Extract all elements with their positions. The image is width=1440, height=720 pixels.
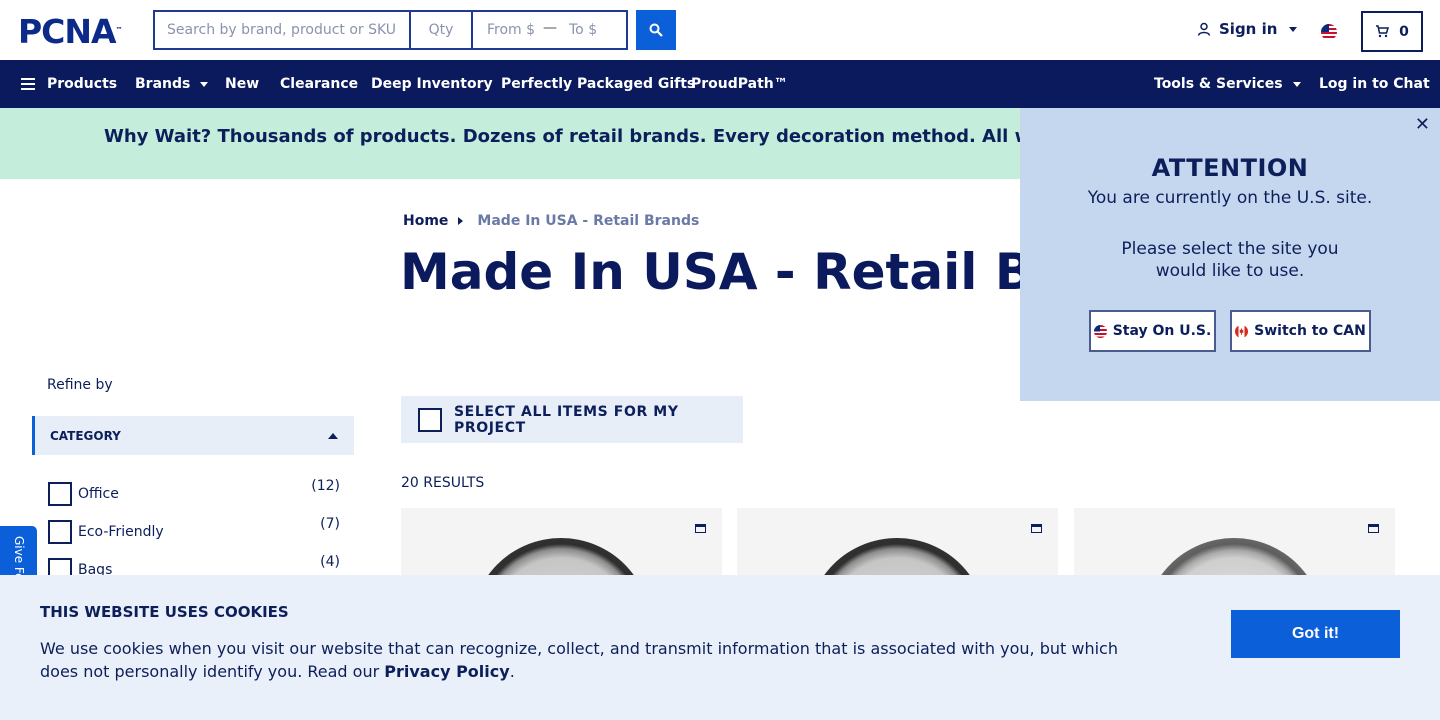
- filter-count: (7): [320, 516, 340, 532]
- nav-item-clearance[interactable]: Clearance: [280, 60, 358, 108]
- nav-item-tools-services[interactable]: Tools & Services: [1154, 60, 1301, 108]
- canada-flag-icon: [1235, 324, 1249, 338]
- stay-on-us-button[interactable]: Stay On U.S.: [1089, 310, 1216, 352]
- chevron-down-icon: [200, 81, 209, 87]
- log-in-to-chat-link[interactable]: Log in to Chat: [1319, 60, 1430, 108]
- filter-label: Eco-Friendly: [78, 524, 164, 540]
- nav-item-deep-inventory[interactable]: Deep Inventory: [371, 60, 493, 108]
- folder-icon[interactable]: [1368, 524, 1379, 533]
- nav-item-brands[interactable]: Brands: [135, 60, 209, 108]
- pcna-logo[interactable]: PCNA™: [18, 15, 123, 49]
- nav-item-products[interactable]: Products: [21, 60, 117, 108]
- filter-eco-friendly[interactable]: Eco-Friendly (7): [48, 516, 340, 544]
- qty-input[interactable]: [411, 12, 473, 48]
- cookie-text: We use cookies when you visit our websit…: [40, 639, 1118, 681]
- breadcrumb-separator-icon: [458, 217, 464, 225]
- filter-count: (4): [320, 554, 340, 570]
- signin-label: Sign in: [1219, 20, 1278, 38]
- refine-by-label: Refine by: [47, 377, 113, 393]
- us-flag-icon: [1093, 324, 1107, 338]
- filter-checkbox[interactable]: [48, 482, 72, 506]
- user-icon: [1197, 22, 1211, 36]
- chevron-down-icon: [1292, 81, 1301, 87]
- search-bar: —: [153, 10, 628, 50]
- filter-office[interactable]: Office (12): [48, 478, 340, 506]
- chevron-down-icon: [1289, 26, 1298, 32]
- popup-title: ATTENTION: [1151, 154, 1309, 182]
- privacy-policy-link[interactable]: Privacy Policy: [384, 662, 509, 681]
- nav-item-proudpath[interactable]: ProudPath™: [691, 60, 788, 108]
- got-it-button[interactable]: Got it!: [1231, 610, 1400, 658]
- cart-count: 0: [1399, 23, 1409, 40]
- select-all-label: SELECT ALL ITEMS FOR MY PROJECT: [454, 403, 679, 436]
- filter-count: (12): [311, 478, 340, 494]
- nav-item-perfectly-packaged-gifts[interactable]: Perfectly Packaged Gifts: [501, 60, 695, 108]
- popup-message: You are currently on the U.S. site.: [1087, 188, 1373, 208]
- price-from-input[interactable]: [475, 12, 541, 48]
- switch-to-can-button[interactable]: Switch to CAN: [1230, 310, 1371, 352]
- search-button[interactable]: [636, 10, 676, 50]
- folder-icon[interactable]: [1031, 524, 1042, 533]
- breadcrumb-current: Made In USA - Retail Brands: [477, 213, 700, 229]
- price-range-dash: —: [543, 20, 557, 36]
- cart-icon: [1376, 25, 1390, 38]
- cart-button[interactable]: 0: [1361, 11, 1423, 52]
- breadcrumb-home[interactable]: Home: [403, 213, 448, 229]
- category-filter-header[interactable]: CATEGORY: [32, 416, 354, 455]
- hamburger-icon: [21, 78, 35, 90]
- site-selection-popup: ✕ ATTENTION You are currently on the U.S…: [1020, 108, 1440, 401]
- popup-instruction: Please select the site you would like to…: [1121, 239, 1339, 281]
- filter-label: Office: [78, 486, 119, 502]
- nav-item-new[interactable]: New: [225, 60, 259, 108]
- signin-menu[interactable]: Sign in: [1197, 20, 1298, 38]
- price-to-input[interactable]: [559, 12, 625, 48]
- site-header: PCNA™ — Sign in 0: [0, 0, 1440, 60]
- chevron-up-icon: [328, 433, 338, 439]
- select-all-checkbox[interactable]: [418, 407, 442, 432]
- main-nav: Products Brands New Clearance Deep Inven…: [0, 60, 1440, 108]
- search-input[interactable]: [155, 12, 411, 48]
- us-flag-icon[interactable]: [1321, 24, 1337, 40]
- results-count: 20 RESULTS: [401, 475, 485, 491]
- folder-icon[interactable]: [695, 524, 706, 533]
- close-icon[interactable]: ✕: [1415, 116, 1430, 134]
- breadcrumb: Home Made In USA - Retail Brands: [403, 213, 699, 229]
- cookie-title: THIS WEBSITE USES COOKIES: [40, 603, 289, 621]
- promo-text: Why Wait? Thousands of products. Dozens …: [104, 126, 1175, 147]
- select-all-items[interactable]: SELECT ALL ITEMS FOR MY PROJECT: [401, 396, 743, 443]
- filter-checkbox[interactable]: [48, 520, 72, 544]
- search-icon: [649, 23, 663, 37]
- cookie-banner: THIS WEBSITE USES COOKIES We use cookies…: [0, 575, 1440, 720]
